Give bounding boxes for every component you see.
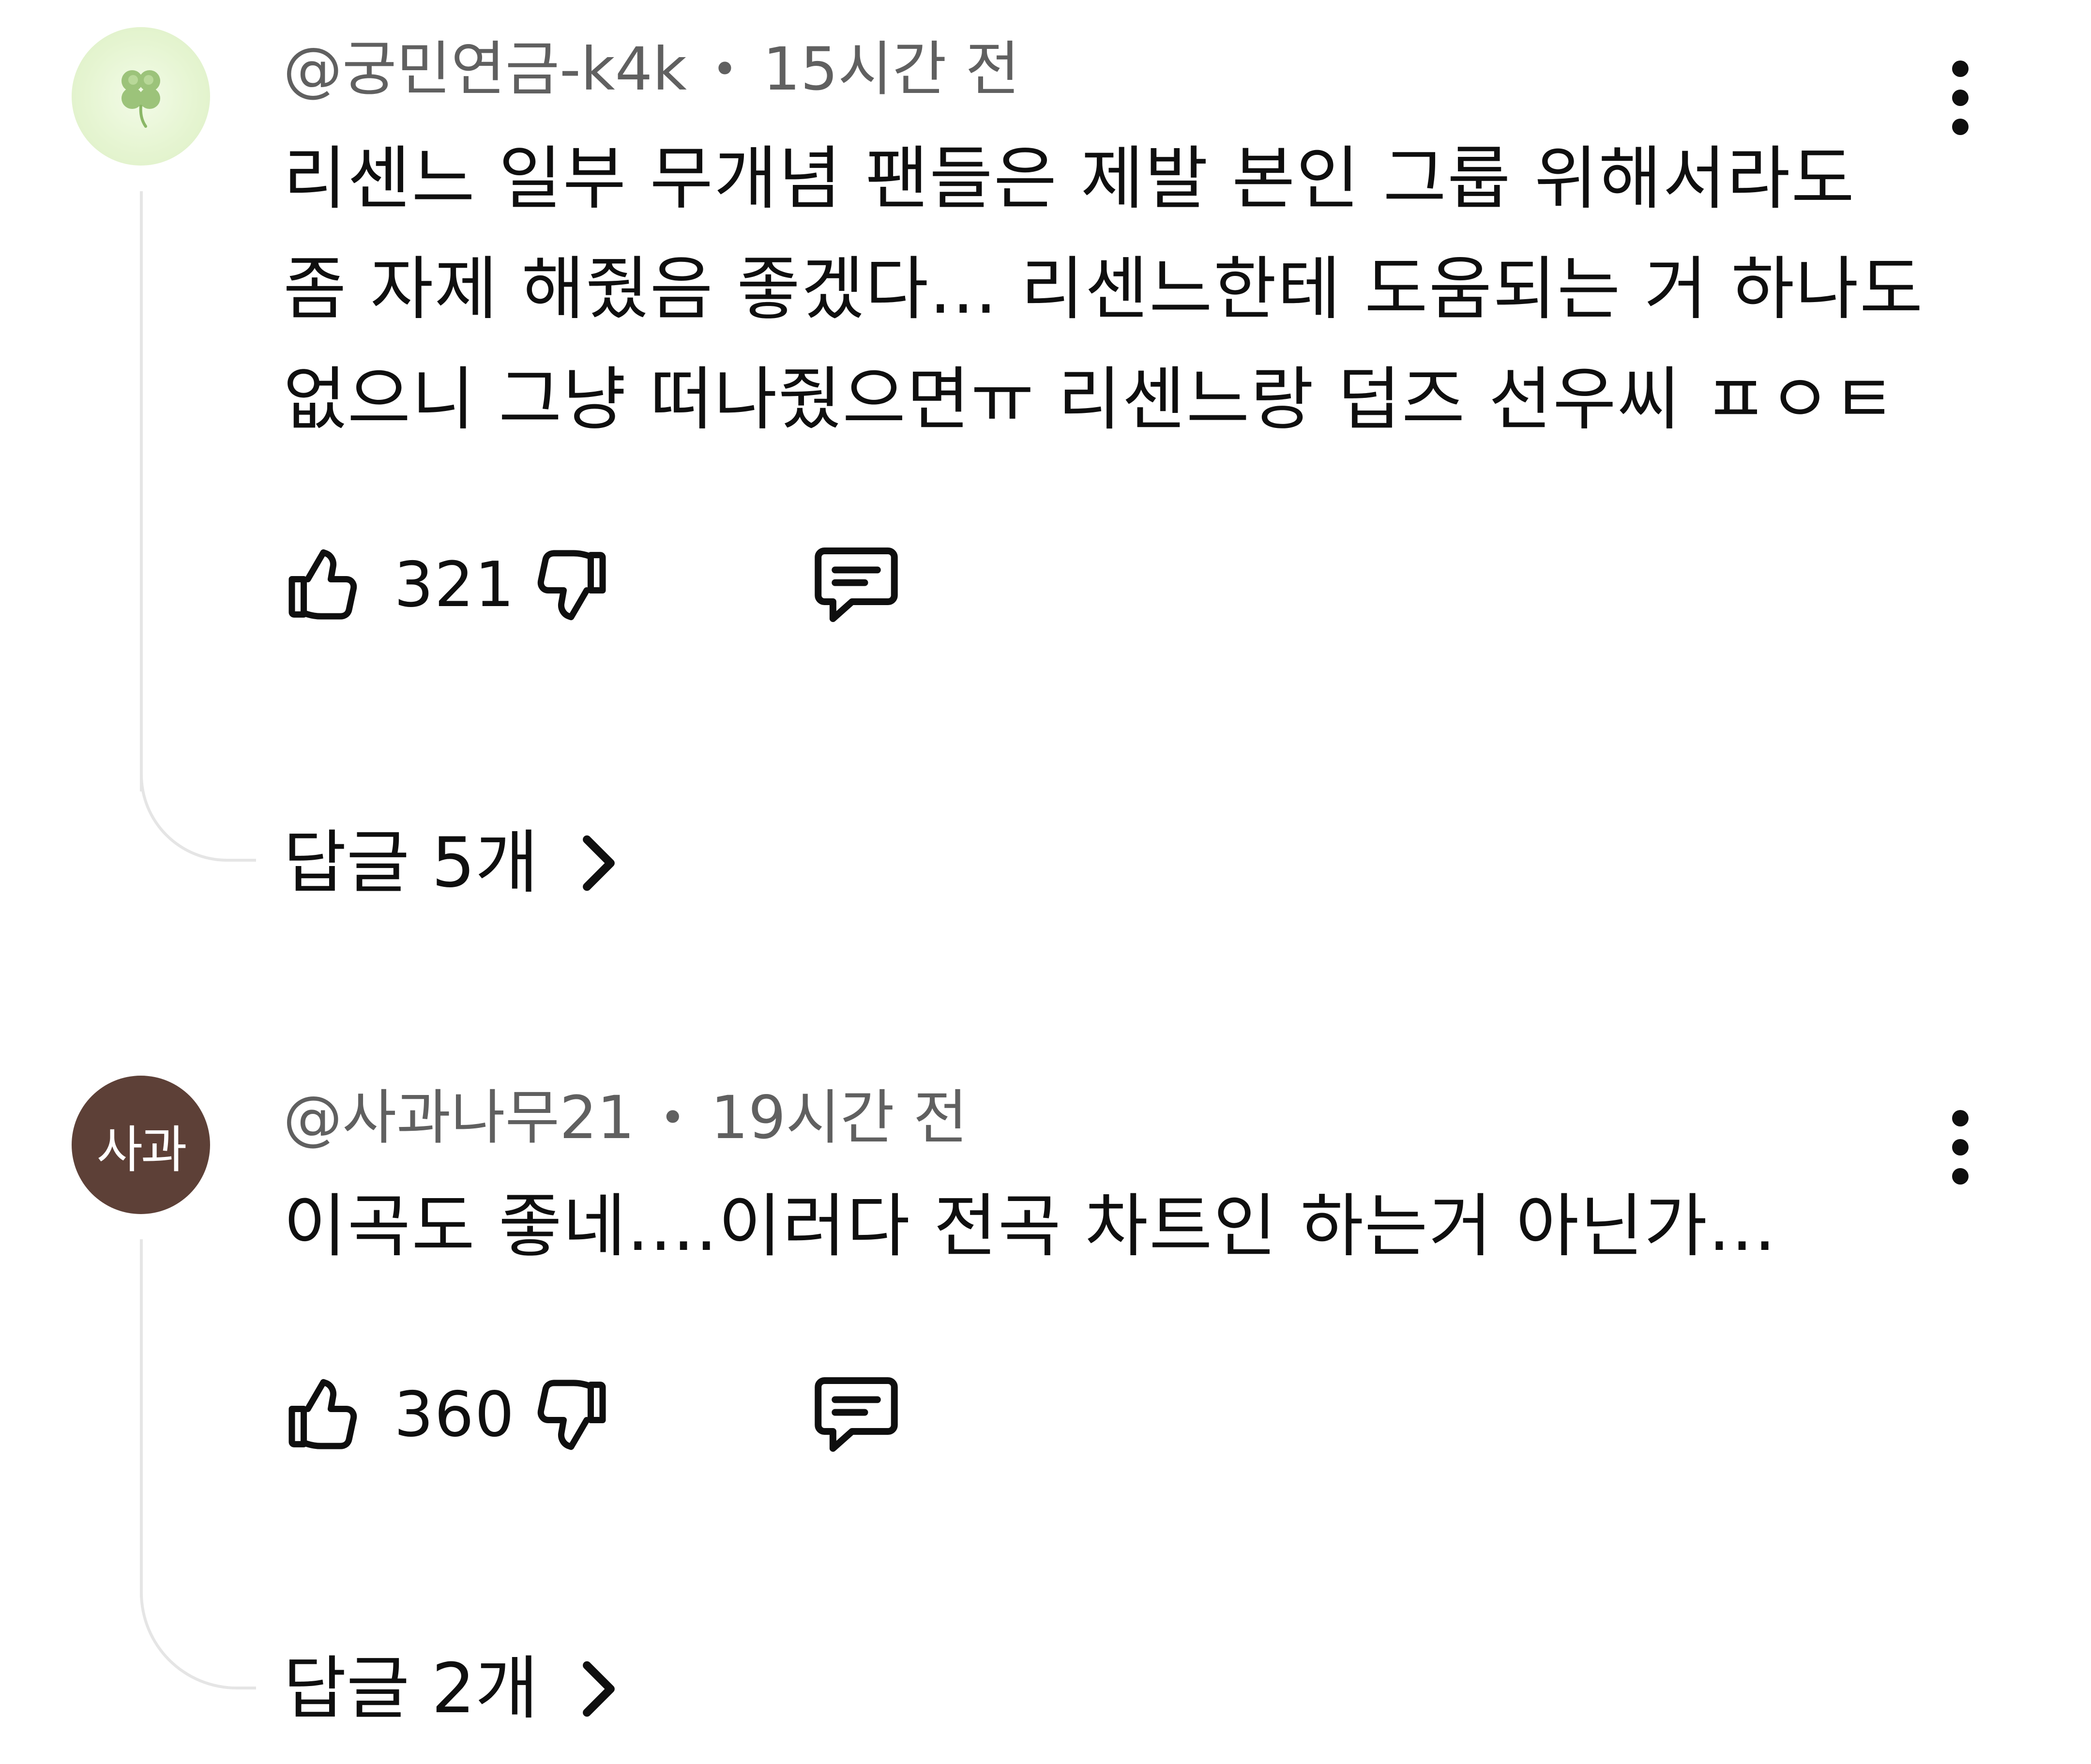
dislike-button[interactable] bbox=[525, 540, 614, 629]
author-name[interactable]: @사과나무21 bbox=[283, 1083, 635, 1152]
avatar-text: 사과 bbox=[96, 1120, 187, 1179]
comment-actions: 360 bbox=[281, 1366, 907, 1463]
like-count: 321 bbox=[394, 548, 515, 621]
comment-actions: 321 bbox=[281, 536, 907, 633]
like-button[interactable] bbox=[281, 1370, 370, 1459]
comment-text: 리센느 일부 무개념 팬들은 제발 본인 그룹 위해서라도 좀 자제 해줬음 좋… bbox=[283, 124, 1977, 455]
replies-label: 답글 5개 bbox=[283, 823, 539, 903]
thumbs-down-icon bbox=[537, 1380, 606, 1450]
avatar[interactable]: 사과 bbox=[72, 1076, 210, 1214]
thumbs-down-icon bbox=[537, 550, 606, 621]
more-dot bbox=[1952, 61, 1969, 77]
thread-line bbox=[140, 191, 143, 791]
thread-curve bbox=[140, 1583, 256, 1689]
reply-button[interactable] bbox=[805, 534, 907, 636]
chevron-right-icon bbox=[577, 832, 621, 895]
meta-separator: • bbox=[712, 44, 738, 95]
like-button[interactable] bbox=[281, 540, 370, 629]
clover-icon bbox=[121, 70, 160, 128]
comment-meta: @궁민연금-k4k • 15시간 전 bbox=[283, 40, 1020, 99]
comment-icon bbox=[815, 547, 898, 622]
avatar[interactable] bbox=[72, 27, 210, 166]
comment-icon bbox=[815, 1377, 898, 1452]
more-dot bbox=[1952, 90, 1969, 106]
dislike-button[interactable] bbox=[525, 1370, 614, 1459]
comment-line: 리센느 일부 무개념 팬들은 제발 본인 그룹 위해서라도 bbox=[283, 139, 1856, 219]
comment-time[interactable]: 15시간 전 bbox=[763, 35, 1020, 104]
comment-text: 이곡도 좋네....이러다 전곡 차트인 하는거 아닌가... bbox=[283, 1171, 1977, 1282]
more-dot bbox=[1952, 1139, 1969, 1156]
comment-meta: @사과나무21 • 19시간 전 bbox=[283, 1088, 968, 1147]
comment-line: 없으니 그냥 떠나줬으면ㅠ 리센느랑 덥즈 선우씨 ㅍㅇㅌ bbox=[283, 360, 1897, 440]
reply-button[interactable] bbox=[805, 1364, 907, 1465]
thread-line bbox=[140, 1239, 143, 1597]
author-name[interactable]: @궁민연금-k4k bbox=[283, 35, 687, 104]
replies-label: 답글 2개 bbox=[283, 1649, 539, 1729]
replies-toggle[interactable]: 답글 2개 bbox=[283, 1655, 621, 1723]
like-count: 360 bbox=[394, 1378, 515, 1451]
meta-separator: • bbox=[660, 1092, 686, 1143]
replies-toggle[interactable]: 답글 5개 bbox=[283, 829, 621, 897]
thumbs-up-icon bbox=[288, 549, 357, 620]
comment-line: 좀 자제 해줬음 좋겠다... 리센느한테 도움되는 거 하나도 bbox=[283, 249, 1924, 329]
thumbs-up-icon bbox=[288, 1379, 357, 1449]
more-dot bbox=[1952, 1110, 1969, 1126]
chevron-right-icon bbox=[577, 1658, 621, 1720]
comment-time[interactable]: 19시간 전 bbox=[711, 1083, 968, 1152]
thread-curve bbox=[140, 775, 256, 862]
comment-line: 이곡도 좋네....이러다 전곡 차트인 하는거 아닌가... bbox=[283, 1186, 1777, 1266]
